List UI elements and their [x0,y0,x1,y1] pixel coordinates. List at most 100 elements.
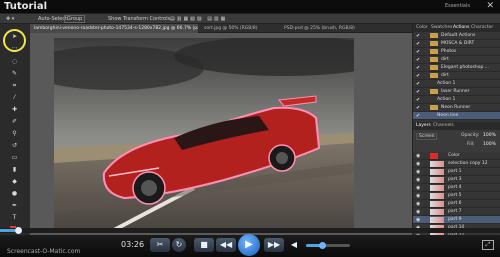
check-icon[interactable]: ✔ [416,105,420,111]
clone-stamp-icon[interactable]: ⚲ [11,130,18,137]
seek-handle[interactable] [15,227,22,234]
folder-icon [430,89,438,94]
highlight-circle [3,29,26,52]
volume-slider[interactable] [306,242,350,249]
folder-icon [430,49,438,54]
list-item[interactable]: ✔ laser Runner [413,88,500,96]
check-icon[interactable]: ✔ [416,57,420,63]
rewind-icon[interactable]: ◀◀ [216,238,236,252]
tab-lamborghini[interactable]: lamborghini-veneno-roadster-photo-147534… [30,24,198,33]
fill-value[interactable]: 100% [483,142,496,147]
canvas-area[interactable] [30,33,412,235]
tab-sort[interactable]: sort.jpg @ 50% (RGB/8) [200,24,278,33]
list-item[interactable]: ✔ dirt [413,56,500,64]
tab-channels[interactable]: Channels [433,123,454,128]
check-icon[interactable]: ✔ [416,97,420,103]
check-icon[interactable]: ✔ [416,33,420,39]
document-tabs: lamborghini-veneno-roadster-photo-147534… [30,24,412,33]
tab-actions[interactable]: Actions [453,25,469,30]
workspace-selector[interactable]: Essentials [445,3,470,9]
layer-row[interactable]: ◉ part 9 [413,216,500,224]
tab-psd[interactable]: PSD-psd @ 25% (brush, RGB/8) [280,24,390,33]
tab-layers[interactable]: Layers [416,123,431,128]
eye-icon[interactable]: ◉ [416,153,420,159]
check-icon[interactable]: ✔ [416,81,420,87]
list-item[interactable]: ✔ Neon Runner [413,104,500,112]
eye-icon[interactable]: ◉ [416,185,420,191]
fullscreen-icon[interactable]: ⤢ [482,240,494,250]
layer-row[interactable]: ◉ part 5 [413,192,500,200]
pen-tool-icon[interactable]: ✒ [11,202,18,209]
check-icon[interactable]: ✔ [416,113,420,119]
tab-character[interactable]: Character [471,25,493,30]
layer-row[interactable]: ◉ part 1 [413,168,500,176]
eyedropper-icon[interactable]: ⁄ [11,94,18,101]
layer-thumbnail [430,201,444,207]
volume-icon[interactable]: ◀ [286,238,302,252]
list-item[interactable]: ✔ Action 1 [413,96,500,104]
layer-row[interactable]: ◉ part 6 [413,200,500,208]
list-item[interactable]: ✔ Action 1 [413,80,500,88]
list-item[interactable]: ✔ Photos [413,48,500,56]
blur-tool-icon[interactable]: ◆ [11,178,18,185]
play-button[interactable]: ▶ [238,234,260,256]
lasso-tool-icon[interactable]: ◌ [11,58,18,65]
list-item[interactable]: ✔ dirt [413,72,500,80]
layer-thumbnail [430,169,444,175]
check-icon[interactable]: ✔ [416,89,420,95]
eye-icon[interactable]: ◉ [416,217,420,223]
group-dropdown[interactable]: Group [64,15,86,23]
layer-thumbnail [430,209,444,215]
healing-brush-icon[interactable]: ✚ [11,106,18,113]
dodge-tool-icon[interactable]: ● [11,190,18,197]
close-icon[interactable]: ✕ [486,1,494,11]
history-brush-icon[interactable]: ↺ [11,142,18,149]
eye-icon[interactable]: ◉ [416,177,420,183]
check-icon[interactable]: ✔ [416,73,420,79]
layer-row[interactable]: ◉ Color [413,152,500,160]
forward-icon[interactable]: ▶▶ [264,238,284,252]
show-transform-checkbox[interactable]: Show Transform Controls [108,16,170,22]
layer-thumbnail [430,161,444,167]
blend-mode-select[interactable]: Screen [416,133,438,140]
folder-icon [430,33,438,38]
list-item[interactable]: ✔ Elegant photoshop ... [413,64,500,72]
list-item[interactable]: ✔ Neon line [413,112,500,120]
eye-icon[interactable]: ◉ [416,161,420,167]
move-tool-icon[interactable]: ✥ ▾ [6,16,14,22]
check-icon[interactable]: ✔ [416,49,420,55]
folder-icon [430,57,438,62]
eye-icon[interactable]: ◉ [416,193,420,199]
panels-dock: Color Swatches Actions Character ✔ Defaul… [412,24,500,248]
stop-icon[interactable]: ■ [194,238,214,252]
align-icons[interactable]: ▤▥▦▧▨ ▤▥▦ [170,16,227,22]
layer-row[interactable]: ◉ part 7 [413,208,500,216]
check-icon[interactable]: ✔ [416,65,420,71]
loop-icon[interactable]: ↻ [172,238,186,252]
scissors-icon[interactable]: ✂ [150,238,170,252]
eye-icon[interactable]: ◉ [416,169,420,175]
volume-handle[interactable] [318,242,326,249]
list-item[interactable]: ✔ MOSCA & DIRT [413,40,500,48]
layer-thumbnail [430,177,444,183]
layer-row[interactable]: ◉ selection copy 12 [413,160,500,168]
brush-tool-icon[interactable]: ✐ [11,118,18,125]
layer-row[interactable]: ◉ part 4 [413,184,500,192]
type-tool-icon[interactable]: T [11,214,18,221]
list-item[interactable]: ✔ Default Actions [413,32,500,40]
quick-select-icon[interactable]: ✎ [11,70,18,77]
tab-swatches[interactable]: Swatches [431,25,453,30]
eye-icon[interactable]: ◉ [416,201,420,207]
opacity-value[interactable]: 100% [483,133,496,138]
gradient-tool-icon[interactable]: ▮ [11,166,18,173]
eraser-tool-icon[interactable]: ▭ [11,154,18,161]
crop-tool-icon[interactable]: ⌗ [11,82,18,89]
eye-icon[interactable]: ◉ [416,209,420,215]
folder-icon [430,105,438,110]
seek-bar[interactable] [0,227,500,234]
layer-row[interactable]: ◉ part 3 [413,176,500,184]
document-image [54,38,354,230]
check-icon[interactable]: ✔ [416,41,420,47]
tab-color[interactable]: Color [416,25,428,30]
panel-tabs: Color Swatches Actions Character [413,24,500,32]
